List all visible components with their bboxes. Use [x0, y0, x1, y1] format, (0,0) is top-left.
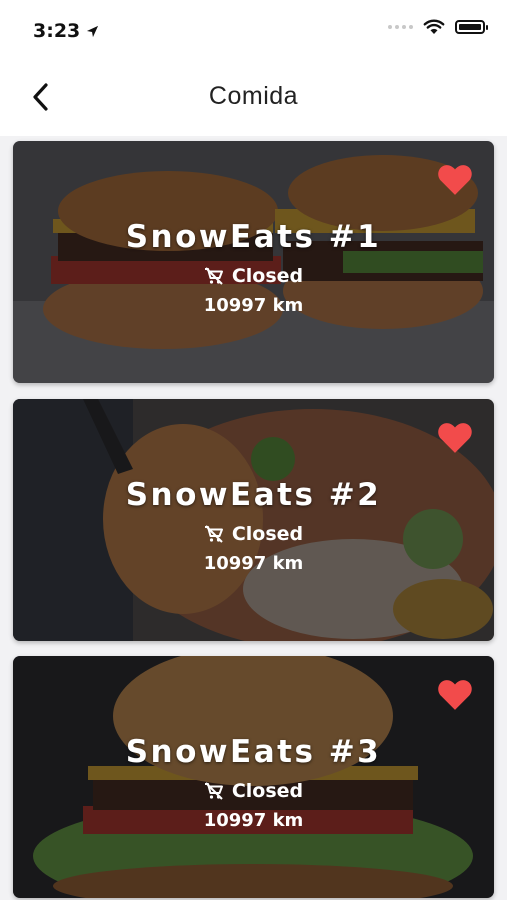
cart-off-icon [204, 267, 223, 285]
status-text: Closed [231, 265, 304, 287]
cart-off-icon [204, 782, 223, 800]
restaurant-distance: 10997 km [203, 295, 304, 316]
status-time: 3:23 [33, 20, 99, 42]
battery-icon [455, 20, 488, 34]
restaurant-distance: 10997 km [203, 810, 304, 831]
card-content: SnowEats #3 Closed 10997 km [13, 734, 494, 831]
card-content: SnowEats #2 Closed 10997 km [13, 477, 494, 574]
status-indicators [388, 19, 488, 35]
status-bar: 3:23 [0, 0, 507, 62]
restaurant-card[interactable]: SnowEats #3 Closed 10997 km [13, 656, 494, 898]
favorite-heart-icon[interactable] [436, 161, 474, 197]
navigation-bar: Comida [0, 62, 507, 136]
restaurant-name: SnowEats #1 [125, 219, 382, 255]
status-text: Closed [231, 523, 304, 545]
restaurant-status: Closed [13, 780, 494, 802]
status-text: Closed [231, 780, 304, 802]
restaurant-name: SnowEats #2 [125, 477, 382, 513]
restaurant-status: Closed [13, 265, 494, 287]
restaurant-card[interactable]: SnowEats #2 Closed 10997 km [13, 399, 494, 641]
wifi-icon [423, 19, 445, 34]
favorite-heart-icon[interactable] [436, 419, 474, 455]
restaurant-status: Closed [13, 523, 494, 545]
card-content: SnowEats #1 Closed 10997 km [13, 219, 494, 316]
status-time-text: 3:23 [33, 20, 81, 42]
favorite-heart-icon[interactable] [436, 676, 474, 712]
signal-icon [388, 25, 413, 29]
restaurant-distance: 10997 km [203, 553, 304, 574]
page-title: Comida [208, 82, 299, 110]
restaurant-name: SnowEats #3 [125, 734, 382, 770]
location-arrow-icon [87, 25, 99, 37]
restaurant-card[interactable]: SnowEats #1 Closed 10997 km [13, 141, 494, 383]
cart-off-icon [204, 525, 223, 543]
